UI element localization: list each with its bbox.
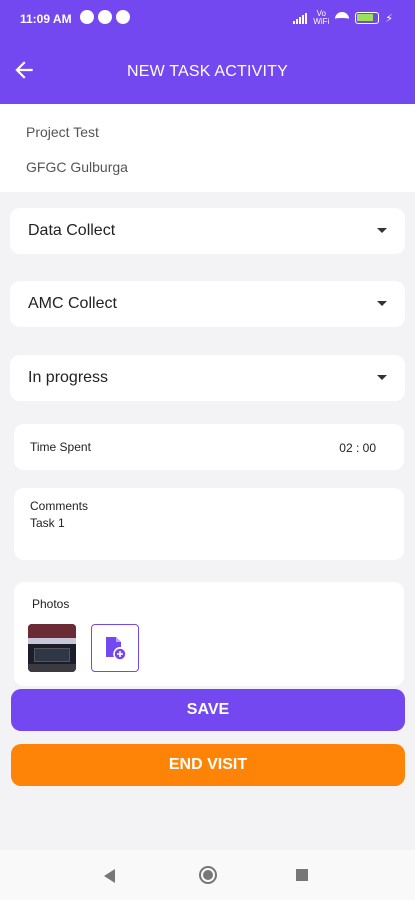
sub-task-dropdown[interactable]: AMC Collect (10, 281, 405, 327)
dropdown-value: AMC Collect (28, 295, 117, 312)
project-info-card: Project Test GFGC Gulburga (0, 104, 415, 192)
end-visit-button[interactable]: END VISIT (11, 744, 405, 786)
caret-down-icon (377, 375, 387, 380)
time-spent-label: Time Spent (30, 440, 91, 454)
task-type-dropdown[interactable]: Data Collect (10, 208, 405, 254)
charging-icon: ⚡ (385, 12, 393, 25)
page-title: NEW TASK ACTIVITY (126, 63, 289, 80)
comments-field: Comments (14, 488, 404, 560)
photos-section: Photos (14, 582, 404, 686)
project-name: Project Test (26, 124, 99, 140)
battery-icon (355, 12, 380, 24)
photo-thumbnail[interactable] (28, 624, 76, 672)
notification-icons (80, 10, 130, 24)
notification-icon (116, 10, 130, 24)
caret-down-icon (377, 228, 387, 233)
add-photo-button[interactable] (91, 624, 139, 672)
signal-icon (293, 12, 308, 24)
comments-label: Comments (30, 499, 89, 513)
system-icons: Vo WiFi ⚡ (293, 10, 393, 26)
notification-icon (98, 10, 112, 24)
system-nav-bar (0, 850, 415, 900)
time-spent-value: 02 : 00 (339, 441, 376, 455)
comments-input[interactable] (30, 516, 380, 530)
status-bar: 11:09 AM Vo WiFi ⚡ (0, 0, 415, 38)
wifi-icon (335, 12, 350, 24)
caret-down-icon (377, 301, 387, 306)
app-bar: NEW TASK ACTIVITY (0, 38, 415, 104)
vowifi-icon: Vo WiFi (313, 9, 330, 26)
nav-recents-icon[interactable] (296, 869, 308, 881)
notification-icon (80, 10, 94, 24)
nav-back-icon[interactable] (104, 869, 115, 883)
project-location: GFGC Gulburga (26, 159, 128, 175)
photos-label: Photos (32, 597, 70, 611)
dropdown-value: In progress (28, 369, 109, 386)
status-time: 11:09 AM (20, 12, 72, 26)
nav-home-icon[interactable] (199, 866, 217, 884)
status-dropdown[interactable]: In progress (10, 355, 405, 401)
dropdown-value: Data Collect (28, 222, 116, 239)
add-file-icon (106, 637, 127, 661)
save-button[interactable]: SAVE (11, 689, 405, 731)
time-spent-field[interactable]: Time Spent 02 : 00 (14, 424, 404, 470)
